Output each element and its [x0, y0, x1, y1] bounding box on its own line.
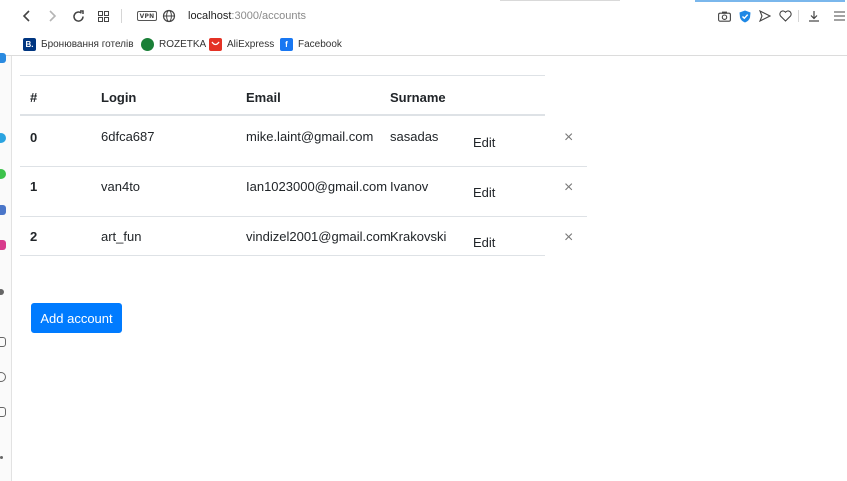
delete-icon[interactable]: × — [564, 230, 573, 246]
toolbar-separator — [121, 9, 122, 23]
table-bottom-border — [20, 255, 545, 256]
bookmark-label: ROZETKA — [159, 38, 207, 50]
forward-icon[interactable] — [42, 6, 62, 26]
download-icon[interactable] — [805, 6, 823, 26]
cell-surname: Ivanov — [390, 179, 429, 194]
sidebar-wallet-icon[interactable] — [0, 407, 6, 417]
aliexpress-icon — [209, 37, 222, 51]
bookmark-booking[interactable]: B. Бронювання готелів — [23, 36, 134, 52]
cell-email: mike.laint@gmail.com — [246, 129, 374, 144]
toolbar-separator-right — [798, 10, 799, 22]
send-icon[interactable] — [756, 6, 774, 26]
header-login: Login — [101, 90, 137, 105]
cell-surname: sasadas — [390, 129, 439, 144]
rozetka-icon — [141, 37, 154, 51]
add-account-button[interactable]: Add account — [31, 303, 122, 333]
edit-button[interactable]: Edit — [473, 135, 495, 150]
sidebar-more-icon[interactable] — [0, 456, 3, 459]
address-bar[interactable]: localhost:3000/accounts — [188, 9, 306, 23]
browser-sidebar — [0, 53, 12, 481]
sidebar-history-icon[interactable] — [0, 372, 6, 382]
sidebar-vk-icon[interactable] — [0, 205, 6, 215]
cell-login: van4to — [101, 179, 141, 194]
active-accent-line — [695, 0, 845, 2]
cell-login: art_fun — [101, 229, 142, 244]
delete-icon[interactable]: × — [564, 180, 573, 196]
reload-icon[interactable] — [68, 6, 88, 26]
sidebar-telegram-icon[interactable] — [0, 133, 6, 143]
cell-id: 2 — [30, 229, 38, 244]
globe-icon[interactable] — [162, 9, 176, 23]
back-icon[interactable] — [17, 6, 37, 26]
bookmark-label: AliExpress — [227, 38, 275, 50]
page-content: # Login Email Surname 0 6dfca687 mike.la… — [12, 57, 847, 481]
row-border — [20, 166, 587, 167]
cell-email: vindizel2001@gmail.com — [246, 229, 391, 244]
header-email: Email — [246, 90, 281, 105]
tabs-grid-icon[interactable] — [93, 6, 113, 26]
url-host: localhost — [188, 10, 232, 22]
vpn-shield-icon[interactable] — [736, 6, 754, 26]
browser-toolbar: VPN localhost:3000/accounts — [0, 0, 847, 33]
bookmarks-bar: B. Бронювання готелів ROZETKA AliExpress… — [0, 33, 847, 56]
sidebar-instagram-icon[interactable] — [0, 240, 6, 250]
cell-login: 6dfca687 — [101, 129, 155, 144]
menu-icon[interactable] — [830, 6, 847, 26]
header-surname: Surname — [390, 90, 446, 105]
heart-icon[interactable] — [776, 6, 794, 26]
facebook-icon: f — [280, 37, 293, 51]
cell-id: 1 — [30, 179, 38, 194]
delete-icon[interactable]: × — [564, 130, 573, 146]
cell-surname: Krakovski — [390, 229, 447, 244]
sidebar-messenger-icon[interactable] — [0, 53, 6, 63]
sidebar-whatsapp-icon[interactable] — [0, 169, 6, 179]
bookmark-label: Бронювання готелів — [41, 38, 134, 50]
bookmark-facebook[interactable]: f Facebook — [280, 36, 342, 52]
table-top-border — [20, 75, 545, 76]
cell-id: 0 — [30, 130, 38, 145]
edit-button[interactable]: Edit — [473, 235, 495, 250]
vpn-badge[interactable]: VPN — [137, 11, 157, 21]
booking-icon: B. — [23, 37, 36, 51]
sidebar-player-icon[interactable] — [0, 289, 4, 295]
sidebar-extensions-icon[interactable] — [0, 337, 6, 347]
header-bottom-border — [20, 114, 545, 116]
url-path: :3000/accounts — [231, 10, 307, 22]
edit-button[interactable]: Edit — [473, 185, 495, 200]
bookmark-aliexpress[interactable]: AliExpress — [209, 36, 274, 52]
tab-strip-divider — [500, 0, 620, 1]
row-border — [20, 216, 587, 217]
bookmark-rozetka[interactable]: ROZETKA — [141, 36, 206, 52]
cell-email: Ian1023000@gmail.com — [246, 179, 388, 194]
camera-icon[interactable] — [715, 6, 733, 26]
bookmark-label: Facebook — [298, 38, 342, 50]
header-id: # — [30, 90, 38, 105]
